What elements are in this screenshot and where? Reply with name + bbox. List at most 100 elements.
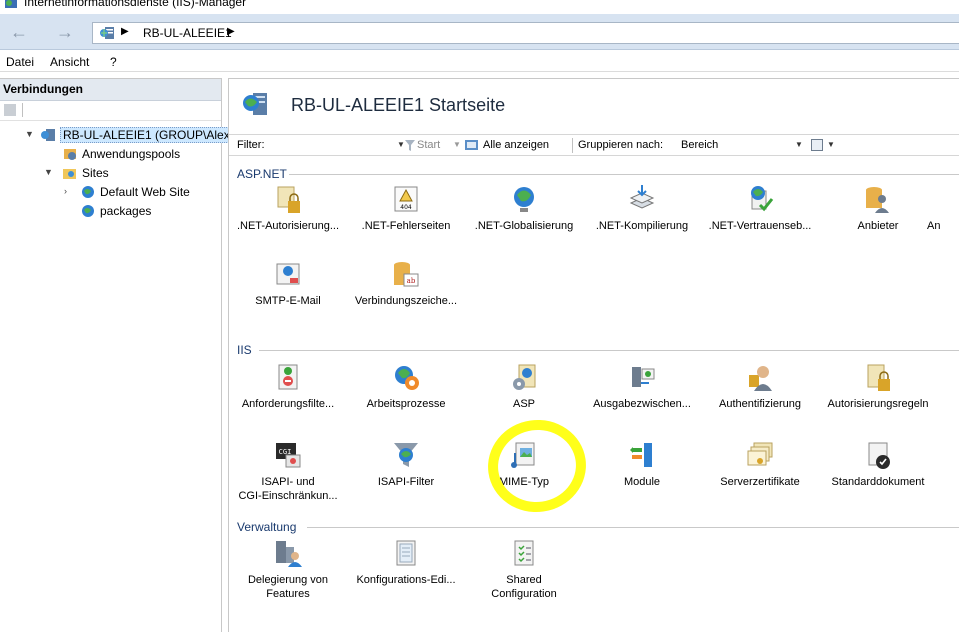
menu-bar: Datei Ansicht ? [0,51,959,72]
filter-bar: Filter: ▼ Start ▼ Alle anzeigen Gruppier… [229,134,959,156]
feature-partial[interactable]: An [927,185,959,251]
address-breadcrumb[interactable]: ▶ RB-UL-ALEEIE1 ▶ [92,22,959,44]
group-by-caret[interactable]: ▼ [795,140,803,149]
asp-gear-icon [513,364,536,390]
sites-folder-icon [63,169,76,179]
feature-configuration-editor[interactable]: Konfigurations-Edi... [347,539,465,605]
group-header-iis[interactable]: IIS [237,343,252,357]
feature-modules[interactable]: Module [583,441,701,507]
group-by-label: Gruppieren nach: [578,139,663,151]
feature-asp[interactable]: ASP [465,363,583,429]
config-editor-icon [396,540,416,566]
group-divider [307,527,959,528]
feature-authentication[interactable]: Authentifizierung [701,363,819,429]
compile-layers-icon [629,185,655,209]
feature-providers[interactable]: Anbieter [819,185,937,251]
feature-net-globalization[interactable]: .NET-Globalisierung [465,185,583,251]
toolbar-divider [22,103,23,117]
feature-smtp-email[interactable]: SMTP-E-Mail [229,260,347,326]
svg-text:404: 404 [400,204,412,211]
feature-worker-processes[interactable]: Arbeitsprozesse [347,363,465,429]
server-icon [100,27,114,39]
view-mode-icon[interactable] [811,139,823,151]
feature-isapi-cgi-restrictions[interactable]: CGI ISAPI- und CGI-Einschränkun... [229,441,347,521]
tree-collapse-sites[interactable]: ▼ [44,167,53,177]
breadcrumb-separator[interactable]: ▶ [227,26,235,37]
group-header-aspnet[interactable]: ASP.NET [237,167,287,181]
funnel-icon [405,140,415,151]
filter-label: Filter: [237,139,265,151]
view-mode-caret[interactable]: ▼ [827,140,835,149]
provider-database-icon [866,187,889,213]
feature-net-error-pages[interactable]: 404 .NET-Fehlerseiten [347,185,465,251]
app-pool-icon [64,149,76,160]
output-cache-icon [632,367,655,387]
group-divider [289,174,959,175]
forward-button[interactable]: → [52,22,78,44]
delegation-icon [276,541,302,567]
worker-process-icon [395,366,419,390]
feature-authorization-rules[interactable]: Autorisierungsregeln [819,363,937,429]
group-divider [259,350,959,351]
window-title: Internetinformationsdienste (IIS)-Manage… [24,0,247,9]
feature-request-filtering[interactable]: Anforderungsfilte... [229,363,347,429]
shared-config-icon [514,540,534,566]
address-bar: ← → ▶ RB-UL-ALEEIE1 ▶ [0,14,959,50]
feature-server-certificates[interactable]: Serverzertifikate [701,441,819,507]
feature-isapi-filters[interactable]: ISAPI-Filter [347,441,465,507]
menu-help[interactable]: ? [110,55,117,69]
window-titlebar: Internetinformationsdienste (IIS)-Manage… [0,0,959,14]
filter-divider [572,138,573,153]
feature-default-document[interactable]: Standarddokument [819,441,937,507]
group-header-management[interactable]: Verwaltung [237,520,296,534]
page-header: RB-UL-ALEEIE1 Startseite [229,79,959,131]
server-icon [243,93,267,115]
email-icon [276,263,300,285]
show-all-icon [465,140,478,150]
default-document-icon [868,442,890,469]
filter-start-button[interactable]: Start [417,139,440,151]
start-dropdown-caret[interactable]: ▼ [453,140,461,149]
request-filter-icon [278,364,298,390]
authentication-user-icon [749,366,772,391]
cgi-icon: CGI [276,443,301,468]
feature-feature-delegation[interactable]: Delegierung von Features [229,539,347,619]
tree-collapse-server[interactable]: ▼ [25,129,34,139]
iis-app-icon [5,0,17,8]
connect-icon[interactable] [4,104,16,116]
features-pane: RB-UL-ALEEIE1 Startseite Filter: ▼ Start… [228,78,959,632]
certificate-icon [747,442,773,466]
connections-header: Verbindungen [0,79,221,101]
lock-document-icon [277,186,300,213]
filter-dropdown-caret[interactable]: ▼ [397,140,405,149]
svg-text:ab: ab [407,277,416,285]
group-by-select[interactable]: Bereich [681,139,718,151]
funnel-globe-icon [394,443,418,467]
show-all-button[interactable]: Alle anzeigen [483,139,549,151]
filter-input[interactable] [281,137,401,154]
breadcrumb-separator: ▶ [121,26,129,37]
globe-icon [514,187,534,212]
trust-check-icon [751,186,774,212]
feature-connection-strings[interactable]: ab Verbindungszeiche... [347,260,465,326]
feature-output-caching[interactable]: Ausgabezwischen... [583,363,701,429]
breadcrumb-server[interactable]: RB-UL-ALEEIE1 [143,26,232,40]
modules-icon [630,443,652,467]
globe-icon [82,186,94,198]
feature-net-compilation[interactable]: .NET-Kompilierung [583,185,701,251]
menu-datei[interactable]: Datei [6,55,34,69]
feature-shared-configuration[interactable]: Shared Configuration [465,539,583,619]
tree-expand-default-site[interactable]: › [64,186,67,196]
feature-net-authorization[interactable]: .NET-Autorisierung... [229,185,347,251]
authorization-lock-icon [867,364,890,391]
error-404-icon: 404 [394,186,418,212]
feature-net-trust-levels[interactable]: .NET-Vertrauenseb... [701,185,819,251]
connection-string-icon: ab [394,262,419,287]
connections-toolbar [0,101,221,121]
page-title: RB-UL-ALEEIE1 Startseite [291,95,506,115]
globe-icon [82,205,94,217]
server-icon [41,129,55,141]
connections-pane: Verbindungen ▼ RB-UL-ALEEIE1 (GROUP\Alex… [0,78,240,632]
back-button[interactable]: ← [6,22,32,44]
menu-ansicht[interactable]: Ansicht [50,55,89,69]
